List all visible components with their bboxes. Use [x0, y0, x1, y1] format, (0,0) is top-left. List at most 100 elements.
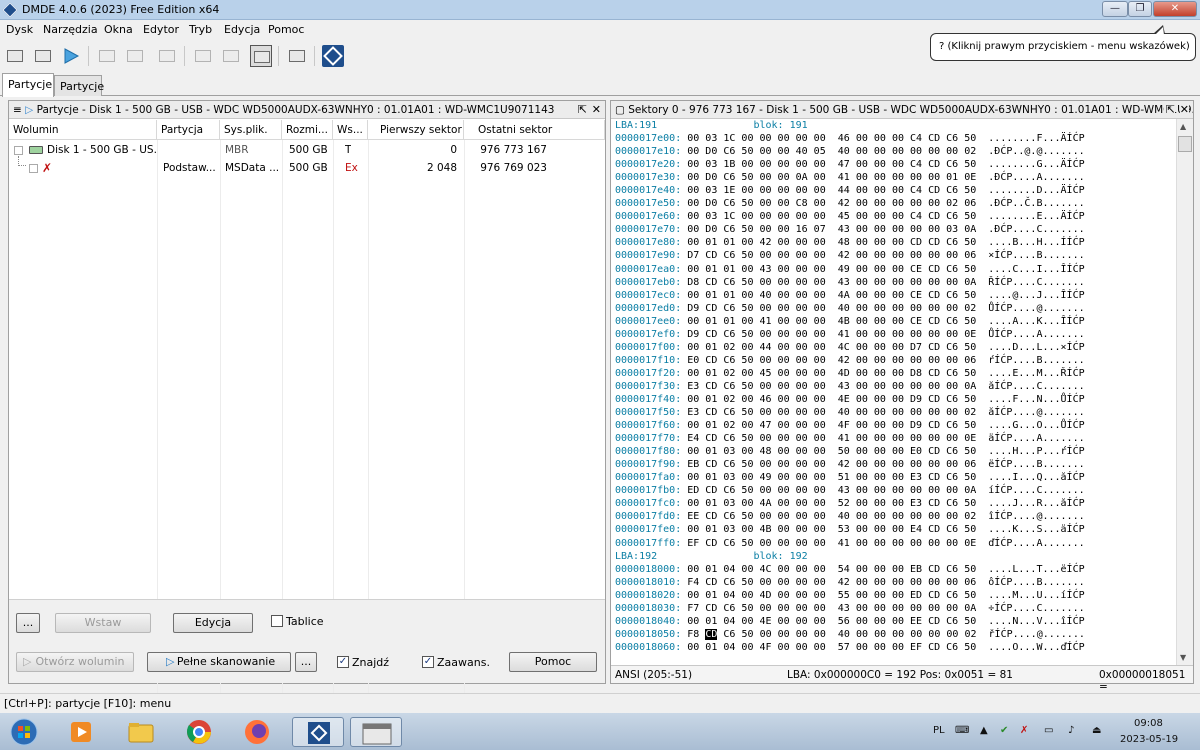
- col-ws[interactable]: Ws...: [333, 120, 368, 140]
- scroll-down-icon[interactable]: ▼: [1180, 653, 1186, 662]
- view-mode-1-button[interactable]: [192, 45, 214, 67]
- hex-row[interactable]: 0000018060: 00 01 04 00 4F 00 00 00 57 0…: [615, 641, 1085, 654]
- hex-row[interactable]: 0000017e30: 00 D0 C6 50 00 00 0A 00 41 0…: [615, 171, 1085, 184]
- col-last-sector[interactable]: Ostatni sektor: [464, 120, 605, 140]
- scroll-up-icon[interactable]: ▲: [1180, 122, 1186, 131]
- menu-lines-icon[interactable]: ≡: [13, 104, 22, 116]
- language-indicator[interactable]: PL: [933, 725, 945, 736]
- col-sysplik[interactable]: Sys.plik.: [220, 120, 282, 140]
- hex-row[interactable]: 0000017f60: 00 01 02 00 47 00 00 00 4F 0…: [615, 419, 1085, 432]
- forward-button[interactable]: [96, 45, 118, 67]
- new-file-button[interactable]: [156, 45, 178, 67]
- maximize-button[interactable]: ❐: [1128, 1, 1152, 17]
- hex-scrollbar[interactable]: ▲ ▼: [1176, 119, 1193, 665]
- hex-row[interactable]: 0000017f20: 00 01 02 00 45 00 00 00 4D 0…: [615, 367, 1085, 380]
- edit-button[interactable]: Edycja: [173, 613, 253, 633]
- windows-button[interactable]: [286, 45, 308, 67]
- hex-row[interactable]: 0000018000: 00 01 04 00 4C 00 00 00 54 0…: [615, 563, 1085, 576]
- clock-date[interactable]: 2023-05-19: [1120, 734, 1178, 745]
- menu-edytor[interactable]: Edytor: [143, 23, 179, 36]
- maximize-pane-icon[interactable]: ⇱: [1163, 103, 1175, 116]
- more-options-button[interactable]: ...: [16, 613, 40, 633]
- tables-checkbox[interactable]: [271, 615, 283, 627]
- find-checkbox[interactable]: ✓: [337, 656, 349, 668]
- hex-row[interactable]: 0000017e80: 00 01 01 00 42 00 00 00 48 0…: [615, 236, 1085, 249]
- menu-tryb[interactable]: Tryb: [189, 23, 212, 36]
- hex-row[interactable]: 0000017fe0: 00 01 03 00 4B 00 00 00 53 0…: [615, 523, 1085, 536]
- minimize-button[interactable]: —: [1102, 1, 1128, 17]
- tray-expand-icon[interactable]: ▲: [980, 725, 988, 736]
- clock-time[interactable]: 09:08: [1134, 718, 1163, 729]
- menu-okna[interactable]: Okna: [104, 23, 133, 36]
- hex-row[interactable]: 0000017e00: 00 03 1C 00 00 00 00 00 46 0…: [615, 132, 1085, 145]
- hex-row[interactable]: 0000017e60: 00 03 1C 00 00 00 00 00 45 0…: [615, 210, 1085, 223]
- hex-row[interactable]: 0000017ec0: 00 01 01 00 40 00 00 00 4A 0…: [615, 289, 1085, 302]
- taskbar-dmde[interactable]: [292, 717, 344, 747]
- play-button[interactable]: [60, 45, 82, 67]
- close-pane-icon[interactable]: ✕: [592, 103, 601, 116]
- tree-checkbox[interactable]: [29, 164, 38, 173]
- col-wolumin[interactable]: Wolumin: [9, 120, 157, 140]
- hex-row[interactable]: 0000018050: F8 CD C6 50 00 00 00 00 40 0…: [615, 628, 1085, 641]
- hex-row[interactable]: LBA:191 blok: 191: [615, 119, 1085, 132]
- hex-row[interactable]: 0000017fa0: 00 01 03 00 49 00 00 00 51 0…: [615, 471, 1085, 484]
- view-mode-3-button[interactable]: [250, 45, 272, 67]
- maximize-pane-icon[interactable]: ⇱: [578, 103, 587, 116]
- tree-checkbox[interactable]: [14, 146, 23, 155]
- hex-view[interactable]: LBA:191 blok: 191 0000017e00: 00 03 1C 00…: [615, 119, 1085, 654]
- insert-button[interactable]: Wstaw: [55, 613, 151, 633]
- hex-row[interactable]: 0000017f40: 00 01 02 00 46 00 00 00 4E 0…: [615, 393, 1085, 406]
- hex-row[interactable]: 0000017e10: 00 D0 C6 50 00 00 40 05 40 0…: [615, 145, 1085, 158]
- scroll-thumb[interactable]: [1178, 136, 1192, 152]
- full-scan-button[interactable]: ▷ Pełne skanowanie: [147, 652, 291, 672]
- scan-options-button[interactable]: ...: [295, 652, 317, 672]
- hex-row[interactable]: 0000017ea0: 00 01 01 00 43 00 00 00 49 0…: [615, 263, 1085, 276]
- taskbar-chrome[interactable]: [180, 717, 218, 747]
- hex-row[interactable]: 0000017f70: E4 CD C6 50 00 00 00 00 41 0…: [615, 432, 1085, 445]
- hex-row[interactable]: 0000017f90: EB CD C6 50 00 00 00 00 42 0…: [615, 458, 1085, 471]
- tab-partycje-1[interactable]: Partycje: [2, 73, 54, 97]
- hex-row[interactable]: 0000017fb0: ED CD C6 50 00 00 00 00 43 0…: [615, 484, 1085, 497]
- hex-row[interactable]: 0000017ff0: EF CD C6 50 00 00 00 00 41 0…: [615, 537, 1085, 550]
- taskbar-window-2[interactable]: [350, 717, 402, 747]
- hex-row[interactable]: 0000018040: 00 01 04 00 4E 00 00 00 56 0…: [615, 615, 1085, 628]
- selected-byte[interactable]: CD: [705, 628, 718, 640]
- hex-row[interactable]: 0000017e70: 00 D0 C6 50 00 00 16 07 43 0…: [615, 223, 1085, 236]
- menu-pomoc[interactable]: Pomoc: [268, 23, 304, 36]
- hex-row[interactable]: 0000017fc0: 00 01 03 00 4A 00 00 00 52 0…: [615, 497, 1085, 510]
- start-button[interactable]: [4, 717, 44, 747]
- volume-icon[interactable]: ♪: [1068, 725, 1074, 736]
- col-partycja[interactable]: Partycja: [157, 120, 220, 140]
- hex-row[interactable]: 0000017e50: 00 D0 C6 50 00 00 C8 00 42 0…: [615, 197, 1085, 210]
- hex-row[interactable]: 0000017f80: 00 01 03 00 48 00 00 00 50 0…: [615, 445, 1085, 458]
- hex-row[interactable]: 0000018010: F4 CD C6 50 00 00 00 00 42 0…: [615, 576, 1085, 589]
- hex-row[interactable]: 0000017fd0: EE CD C6 50 00 00 00 00 40 0…: [615, 510, 1085, 523]
- view-mode-2-button[interactable]: [220, 45, 242, 67]
- usb-icon[interactable]: ⏏: [1092, 725, 1101, 736]
- encoding-status[interactable]: ANSI (205:-51): [615, 669, 692, 681]
- hex-row[interactable]: 0000017f50: E3 CD C6 50 00 00 00 00 40 0…: [615, 406, 1085, 419]
- col-rozmiar[interactable]: Rozmi...: [282, 120, 333, 140]
- close-pane-icon[interactable]: ✕: [1179, 103, 1189, 116]
- hex-row[interactable]: 0000018020: 00 01 04 00 4D 00 00 00 55 0…: [615, 589, 1085, 602]
- disk-select-button[interactable]: [4, 45, 26, 67]
- close-button[interactable]: ✕: [1153, 1, 1197, 17]
- hex-row[interactable]: 0000017e20: 00 03 1B 00 00 00 00 00 47 0…: [615, 158, 1085, 171]
- hex-row[interactable]: 0000017e40: 00 03 1E 00 00 00 00 00 44 0…: [615, 184, 1085, 197]
- hex-row[interactable]: 0000017ed0: D9 CD C6 50 00 00 00 00 40 0…: [615, 302, 1085, 315]
- security-icon[interactable]: ✔: [1000, 725, 1008, 736]
- menu-dysk[interactable]: Dysk: [6, 23, 33, 36]
- menu-narzedzia[interactable]: Narzędzia: [43, 23, 98, 36]
- hex-row[interactable]: LBA:192 blok: 192: [615, 550, 1085, 563]
- hex-row[interactable]: 0000017e90: D7 CD C6 50 00 00 00 00 42 0…: [615, 249, 1085, 262]
- taskbar-firefox[interactable]: [238, 717, 276, 747]
- dmde-logo-button[interactable]: [322, 45, 344, 67]
- hex-row[interactable]: 0000017f30: E3 CD C6 50 00 00 00 00 43 0…: [615, 380, 1085, 393]
- advanced-checkbox[interactable]: ✓: [422, 656, 434, 668]
- hex-row[interactable]: 0000017eb0: D8 CD C6 50 00 00 00 00 43 0…: [615, 276, 1085, 289]
- col-first-sector[interactable]: Pierwszy sektor: [368, 120, 464, 140]
- hex-row[interactable]: 0000017f00: 00 01 02 00 44 00 00 00 4C 0…: [615, 341, 1085, 354]
- hex-row[interactable]: 0000017f10: E0 CD C6 50 00 00 00 00 42 0…: [615, 354, 1085, 367]
- menu-edycja[interactable]: Edycja: [224, 23, 260, 36]
- partitions-button[interactable]: [32, 45, 54, 67]
